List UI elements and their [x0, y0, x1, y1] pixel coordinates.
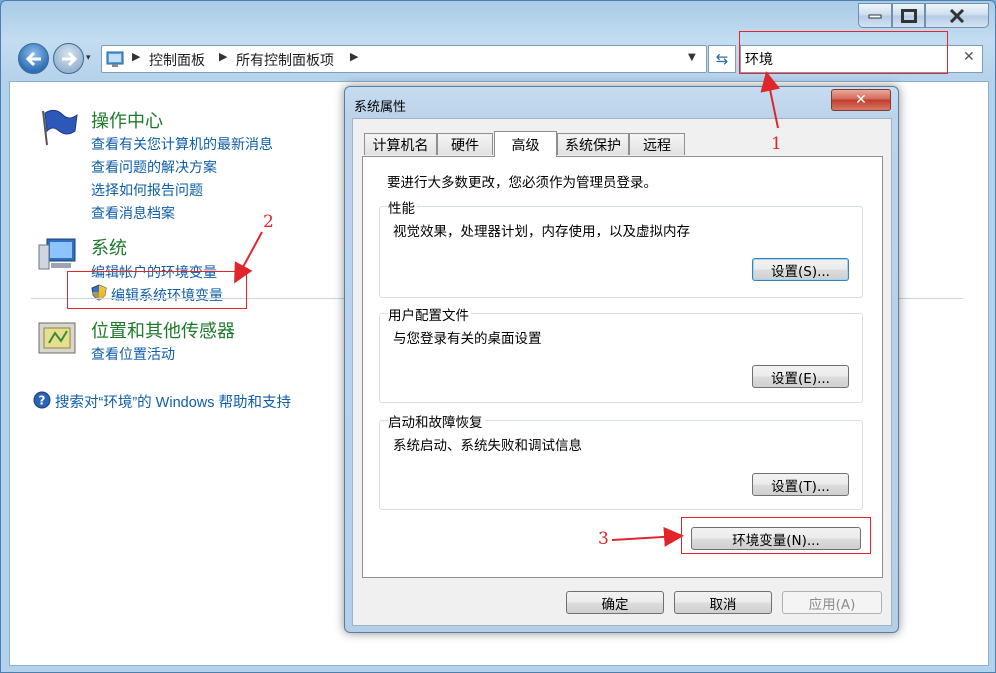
annotation-number-3: 3 — [598, 529, 609, 549]
svg-text:?: ? — [39, 394, 46, 408]
dialog-title: 系统属性 — [354, 100, 407, 115]
forward-arrow-icon — [61, 51, 77, 66]
annotation-box-system-env — [67, 271, 247, 309]
breadcrumb-separator: ▶ — [132, 50, 141, 63]
group-label-user-profiles: 用户配置文件 — [388, 304, 471, 324]
annotation-box-search — [739, 31, 948, 74]
close-icon — [949, 8, 965, 23]
forward-button[interactable] — [53, 43, 84, 74]
history-dropdown-icon[interactable]: ▾ — [86, 53, 98, 65]
group-label-performance: 性能 — [388, 197, 417, 217]
link-windows-help-search[interactable]: 搜索对“环境”的 Windows 帮助和支持 — [55, 391, 291, 412]
user-profiles-settings-button[interactable]: 设置(E)... — [752, 365, 849, 388]
link-message-archive[interactable]: 查看消息档案 — [91, 203, 175, 223]
refresh-button[interactable]: ⇆ — [708, 45, 736, 73]
category-title-system[interactable]: 系统 — [91, 234, 127, 260]
address-dropdown-icon[interactable]: ▼ — [688, 52, 696, 63]
tab-remote[interactable]: 远程 — [629, 133, 685, 155]
advanced-tab-panel: 要进行大多数更改，您必须作为管理员登录。 性能 视觉效果，处理器计划，内存使用，… — [362, 156, 883, 578]
dialog-close-button[interactable]: ✕ — [831, 89, 891, 111]
annotation-number-1: 1 — [771, 134, 782, 154]
action-center-flag-icon — [42, 109, 78, 146]
ok-button[interactable]: 确定 — [566, 591, 664, 614]
annotation-number-2: 2 — [263, 212, 274, 232]
breadcrumb-all-items[interactable]: 所有控制面板项 — [236, 50, 334, 70]
category-title-action-center[interactable]: 操作中心 — [91, 107, 163, 133]
help-icon: ? — [33, 391, 51, 409]
cancel-button[interactable]: 取消 — [674, 591, 772, 614]
apply-button[interactable]: 应用(A) — [782, 591, 882, 614]
maximize-button[interactable] — [892, 3, 925, 28]
search-clear-icon[interactable]: ✕ — [963, 49, 975, 65]
link-view-location-activity[interactable]: 查看位置活动 — [91, 344, 175, 364]
tab-hardware[interactable]: 硬件 — [437, 133, 493, 155]
performance-settings-button[interactable]: 设置(S)... — [752, 258, 849, 281]
refresh-icon: ⇆ — [715, 50, 729, 68]
group-label-startup-recovery: 启动和故障恢复 — [388, 411, 485, 431]
close-icon: ✕ — [855, 92, 867, 108]
admin-note: 要进行大多数更改，您必须作为管理员登录。 — [387, 175, 657, 191]
category-title-location[interactable]: 位置和其他传感器 — [91, 317, 235, 343]
location-sensor-icon — [38, 322, 76, 354]
user-profiles-description: 与您登录有关的桌面设置 — [393, 331, 542, 347]
startup-recovery-settings-button[interactable]: 设置(T)... — [752, 473, 849, 496]
tab-computer-name[interactable]: 计算机名 — [364, 133, 437, 155]
minimize-button[interactable] — [858, 3, 892, 28]
tab-system-protection[interactable]: 系统保护 — [557, 133, 629, 155]
breadcrumb-separator[interactable]: ▶ — [219, 50, 227, 63]
breadcrumb-separator[interactable]: ▶ — [350, 50, 358, 63]
link-view-solutions[interactable]: 查看问题的解决方案 — [91, 157, 217, 177]
link-latest-messages[interactable]: 查看有关您计算机的最新消息 — [91, 134, 273, 154]
startup-recovery-description: 系统启动、系统失败和调试信息 — [393, 438, 582, 454]
address-bar[interactable]: ▶ 控制面板 ▶ 所有控制面板项 ▶ ▼ — [101, 45, 707, 73]
tab-advanced[interactable]: 高级 — [494, 131, 557, 157]
link-report-problems[interactable]: 选择如何报告问题 — [91, 180, 203, 200]
annotation-box-env-button — [681, 517, 871, 554]
window-close-button[interactable] — [925, 3, 989, 28]
performance-description: 视觉效果，处理器计划，内存使用，以及虚拟内存 — [393, 224, 690, 240]
breadcrumb-control-panel[interactable]: 控制面板 — [149, 50, 205, 70]
back-button[interactable] — [18, 43, 49, 74]
minimize-icon — [868, 14, 882, 18]
back-arrow-icon — [25, 51, 41, 66]
control-panel-icon — [106, 51, 124, 67]
maximize-icon — [900, 8, 917, 23]
